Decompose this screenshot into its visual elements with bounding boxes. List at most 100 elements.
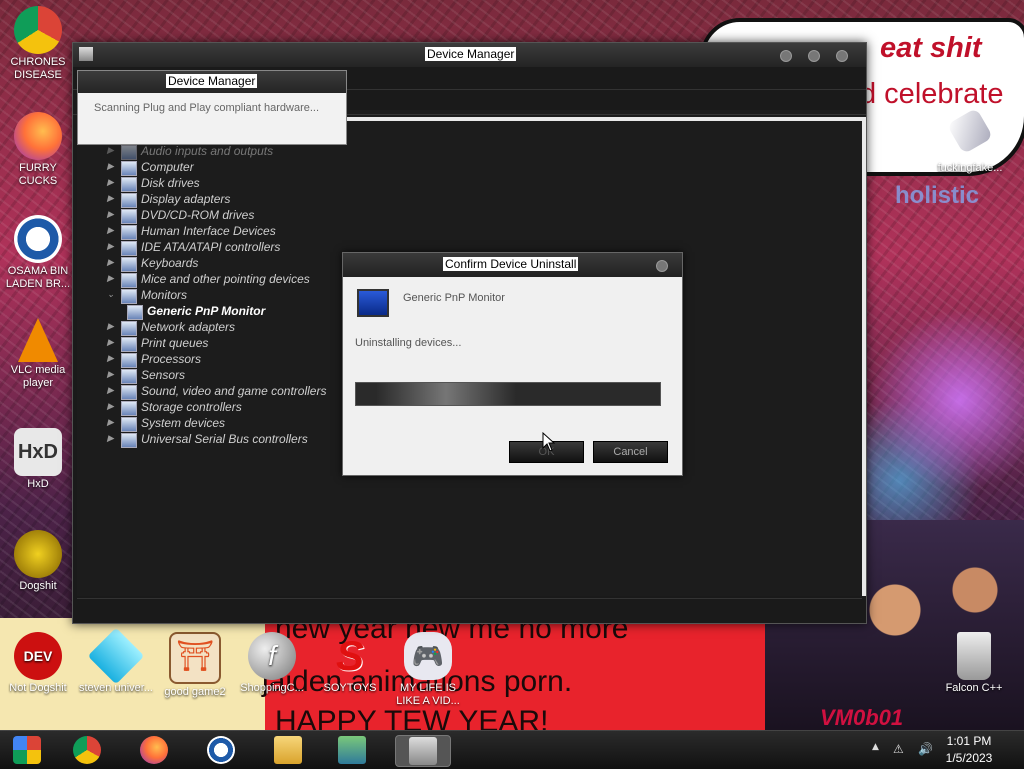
gamepad-icon: 🎮 [404, 632, 452, 680]
expand-arrow-icon[interactable]: ▶ [107, 241, 117, 252]
expand-arrow-icon[interactable]: ▶ [107, 401, 117, 412]
desktop-icon-firefox[interactable]: FURRY CUCKS [0, 112, 76, 188]
vlc-icon [18, 318, 58, 362]
desktop-icon-label: Dogshit [19, 580, 57, 592]
expand-arrow-icon[interactable]: ▶ [107, 209, 117, 220]
torii-icon: ⛩ [169, 632, 221, 684]
device-manager-icon [409, 737, 437, 765]
speaker-icon [121, 145, 137, 160]
device-manager-titlebar[interactable]: Device Manager [73, 43, 866, 67]
desktop-icon-not-dogshit[interactable]: DEV Not Dogshit [0, 632, 76, 695]
desktop-icon-label: steven univer... [79, 682, 153, 694]
taskbar-file-explorer[interactable] [269, 735, 307, 765]
monitor-icon [357, 289, 389, 317]
dialog-status-text: Uninstalling devices... [355, 337, 462, 349]
usb-icon [121, 433, 137, 448]
tree-item-label: DVD/CD-ROM drives [141, 208, 255, 222]
device-manager-app-icon [79, 47, 93, 61]
tree-item-label: Print queues [141, 336, 209, 350]
tree-item-label: Network adapters [141, 320, 236, 334]
network-status-icon[interactable]: ⚠ [893, 742, 907, 756]
hxd-icon: HxD [14, 428, 62, 476]
users-icon [338, 736, 366, 764]
expand-arrow-icon[interactable]: ▶ [107, 257, 117, 268]
expand-arrow-icon[interactable]: ▶ [107, 225, 117, 236]
dialog-close-button[interactable] [656, 260, 668, 272]
desktop-icon-falcon[interactable]: Falcon C++ [936, 632, 1012, 695]
show-hidden-icons-chevron-icon[interactable]: ▲ [872, 742, 886, 756]
expand-arrow-icon[interactable]: ▶ [107, 369, 117, 380]
expand-arrow-icon[interactable]: ▶ [107, 145, 117, 156]
desktop-icon-label: MY LIFE IS LIKE A VID... [396, 682, 460, 707]
desktop-icon-soytoys[interactable]: S SOYTOYS [312, 632, 388, 695]
desktop-icon-osama[interactable]: OSAMA BIN LADEN BR... [0, 215, 76, 291]
taskbar-device-manager[interactable] [395, 735, 451, 767]
processor-icon [121, 353, 137, 368]
window-title: Device Manager [425, 47, 517, 61]
desktop-icon-hxd[interactable]: HxD HxD [0, 428, 76, 491]
dialog-titlebar[interactable]: Confirm Device Uninstall [343, 253, 682, 277]
chrome-icon [14, 6, 62, 54]
desktop-icon-label: ShoppingC... [240, 682, 304, 694]
desktop-icon-good-game[interactable]: ⛩ good game2 [157, 632, 233, 699]
desktop-icon-shopping[interactable]: f ShoppingC... [234, 632, 310, 695]
desktop-icon-steven[interactable]: steven univer... [78, 627, 154, 695]
obama-logo-icon [14, 215, 62, 263]
confirm-uninstall-dialog: Confirm Device Uninstall Generic PnP Mon… [342, 252, 683, 476]
desktop-icon-label: good game2 [164, 686, 226, 698]
keyboard-icon [121, 257, 137, 272]
tree-item-label: Disk drives [141, 176, 200, 190]
progress-indicator [376, 383, 516, 405]
minimize-button[interactable] [780, 50, 792, 62]
desktop-icon-vlc[interactable]: VLC media player [0, 318, 76, 390]
network-adapter-icon [121, 321, 137, 336]
expand-arrow-icon[interactable]: ▶ [107, 417, 117, 428]
wallpaper-meme-text: holistic [895, 182, 980, 209]
clock-date[interactable]: 1/5/2023 [934, 751, 1004, 765]
expand-arrow-icon[interactable]: ▶ [107, 337, 117, 348]
expand-arrow-icon[interactable]: ▶ [107, 321, 117, 332]
desktop-icon-fuckingfake[interactable]: fuckingfake... [932, 107, 1008, 175]
taskbar-chrome[interactable] [68, 735, 106, 765]
taskbar-firefox[interactable] [135, 735, 173, 765]
expand-arrow-icon[interactable]: ▶ [107, 353, 117, 364]
maximize-button[interactable] [808, 50, 820, 62]
scan-popup-message: Scanning Plug and Play compliant hardwar… [94, 102, 320, 114]
start-orb-icon [13, 736, 41, 764]
mouse-cursor-icon [542, 432, 556, 452]
scan-popup-titlebar[interactable]: Device Manager [78, 71, 346, 93]
tree-item-label: Storage controllers [141, 400, 242, 414]
dev-cpp-icon: DEV [14, 632, 62, 680]
diamond-icon [87, 627, 145, 685]
expand-arrow-icon[interactable]: ▶ [107, 433, 117, 444]
desktop-icon-my-life[interactable]: 🎮 MY LIFE IS LIKE A VID... [390, 632, 466, 708]
tree-item-label: Audio inputs and outputs [141, 144, 274, 158]
expand-arrow-icon[interactable]: ▶ [107, 273, 117, 284]
start-button[interactable] [8, 735, 46, 765]
tree-item-label: Human Interface Devices [141, 224, 276, 238]
expand-arrow-icon[interactable]: ▶ [107, 177, 117, 188]
wallpaper-banner-text: HAPPY TEW YEAR! [275, 705, 549, 730]
tree-item-label: Universal Serial Bus controllers [141, 432, 308, 446]
firefox-icon [14, 112, 62, 160]
expand-arrow-icon[interactable]: ▶ [107, 385, 117, 396]
firefox-icon [140, 736, 168, 764]
disk-icon [121, 177, 137, 192]
desktop-icon-chrome[interactable]: CHRONES DISEASE [0, 6, 76, 82]
taskbar-obama[interactable] [202, 735, 240, 765]
clock-time[interactable]: 1:01 PM [934, 734, 1004, 748]
expand-arrow-icon[interactable]: ▶ [107, 193, 117, 204]
close-button[interactable] [836, 50, 848, 62]
collapse-arrow-icon[interactable]: ⌄ [107, 289, 117, 300]
cancel-button[interactable]: Cancel [593, 441, 668, 463]
expand-arrow-icon[interactable]: ▶ [107, 161, 117, 172]
tree-item-label: Display adapters [141, 192, 231, 206]
taskbar-users[interactable] [333, 735, 371, 765]
status-bar [77, 598, 862, 619]
desktop-icon-label: SOYTOYS [323, 682, 377, 694]
obama-logo-icon [207, 736, 235, 764]
desktop-icon-dogshit[interactable]: Dogshit [0, 530, 76, 593]
tree-item-label: Computer [141, 160, 194, 174]
volume-icon[interactable]: 🔊 [918, 742, 933, 756]
uninstall-progress-bar [355, 382, 661, 406]
